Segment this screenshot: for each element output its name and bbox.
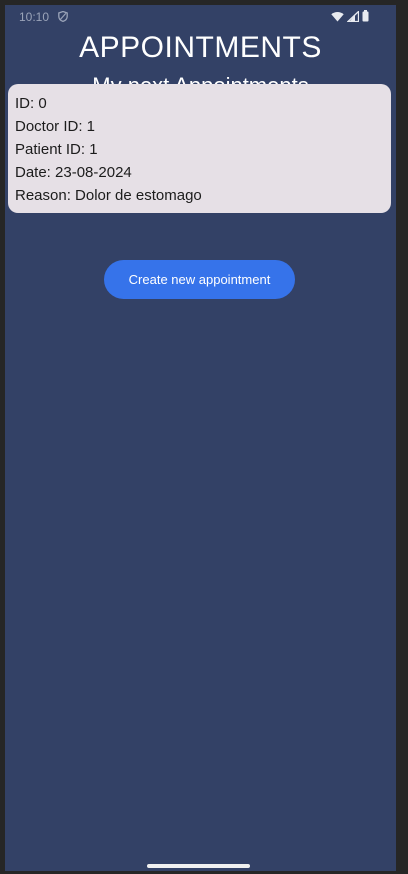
status-bar: 10:10 (5, 5, 396, 29)
device-frame: 10:10 APPOINTMENTS My next Appo (0, 0, 408, 874)
home-indicator[interactable] (147, 864, 250, 868)
appointment-reason: Reason: Dolor de estomago (15, 187, 202, 204)
appointment-patient-id: Patient ID: 1 (15, 141, 98, 158)
create-appointment-button[interactable]: Create new appointment (104, 260, 295, 299)
signal-icon (347, 10, 359, 22)
appointment-doctor-id: Doctor ID: 1 (15, 118, 96, 135)
wifi-icon (331, 11, 344, 21)
battery-icon (362, 10, 369, 22)
appointment-card: ID: 0 Doctor ID: 1 Patient ID: 1 Date: 2… (8, 84, 391, 213)
status-icons (331, 10, 369, 22)
page-title: APPOINTMENTS (79, 31, 322, 64)
appointment-date: Date: 23-08-2024 (15, 164, 132, 181)
status-time: 10:10 (19, 10, 50, 24)
appointment-id: ID: 0 (15, 95, 47, 112)
shield-icon (58, 11, 68, 22)
app-screen: 10:10 APPOINTMENTS My next Appo (5, 5, 396, 871)
